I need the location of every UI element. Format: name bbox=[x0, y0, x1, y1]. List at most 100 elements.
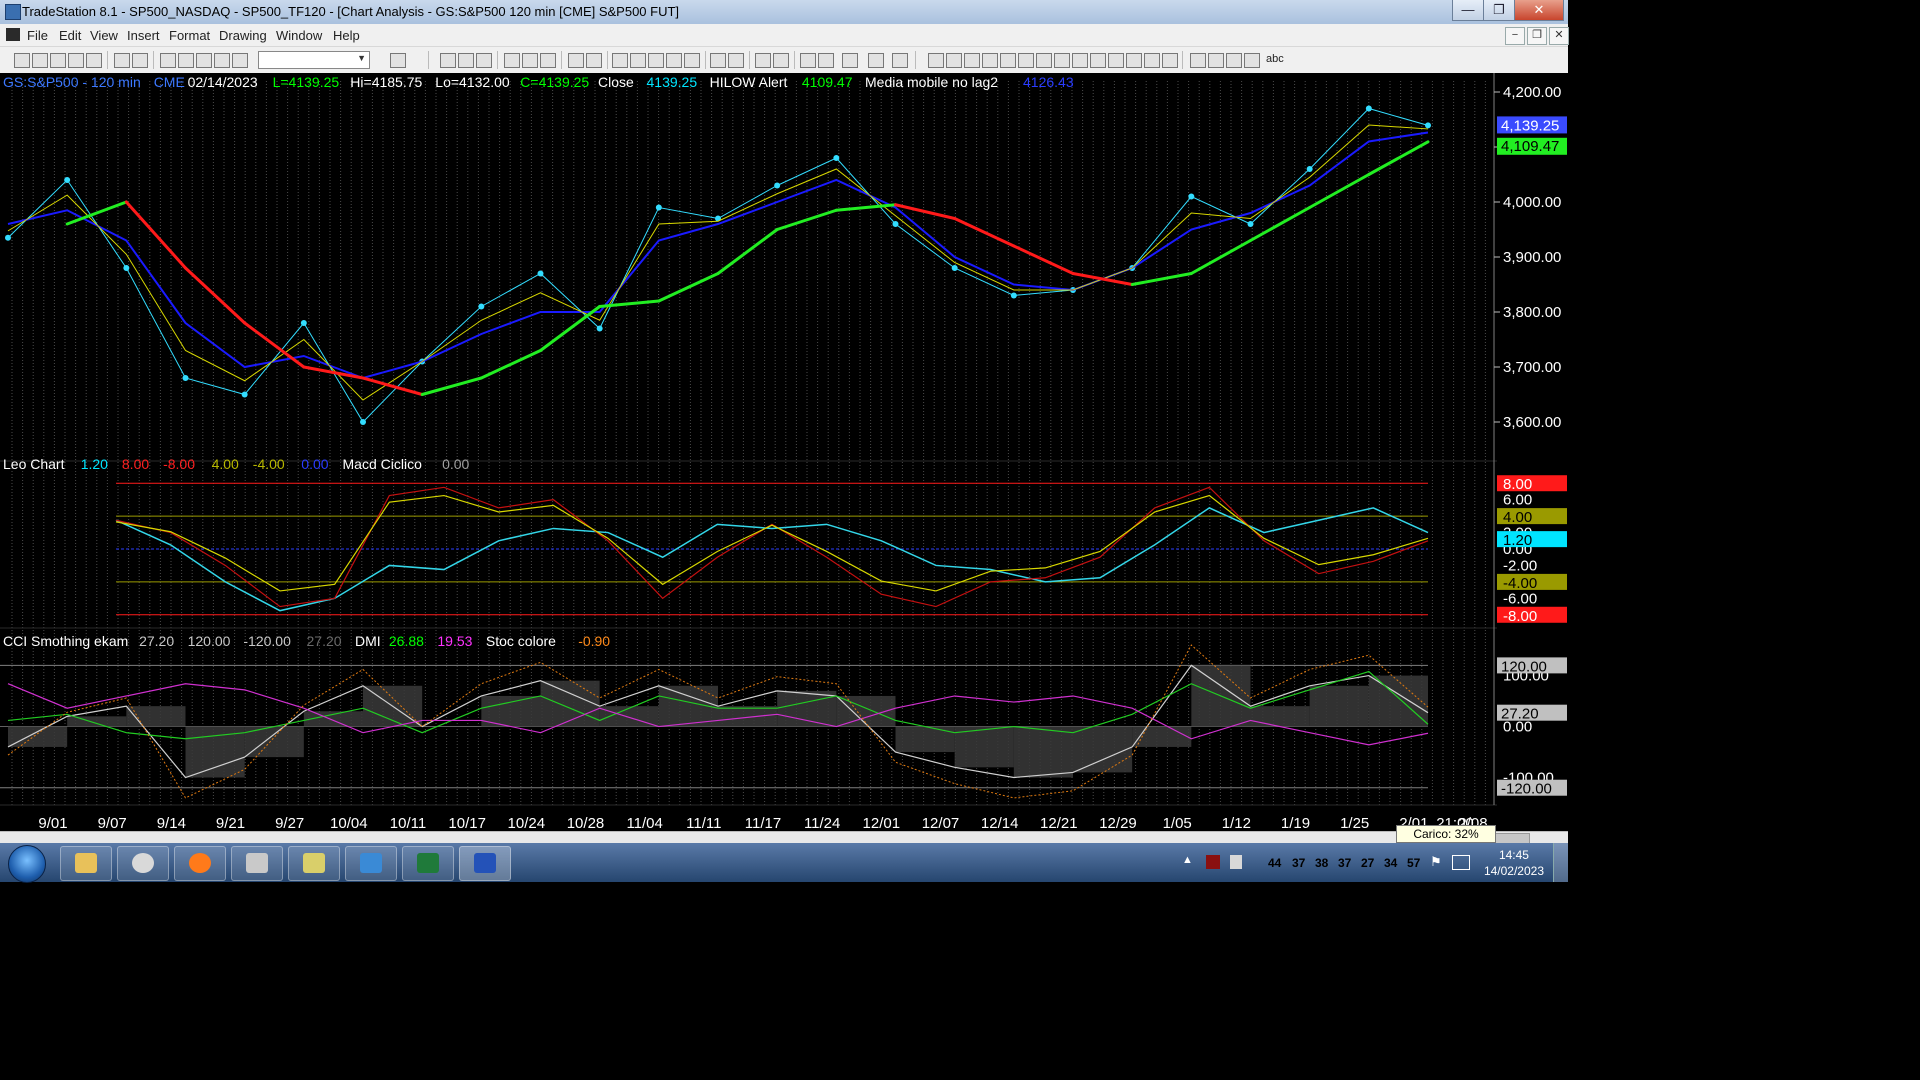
save-icon[interactable] bbox=[50, 53, 66, 68]
menu-drawing[interactable]: Drawing bbox=[219, 28, 267, 43]
arrow-down-icon[interactable] bbox=[1190, 53, 1206, 68]
menu-help[interactable]: Help bbox=[333, 28, 360, 43]
hilow-alert-segment bbox=[1012, 244, 1075, 275]
new-icon[interactable] bbox=[14, 53, 30, 68]
tray-expand-icon[interactable]: ▲ bbox=[1182, 854, 1193, 866]
retracement-icon[interactable] bbox=[1072, 53, 1088, 68]
date-axis-label: 9/14 bbox=[157, 815, 186, 831]
lock-icon[interactable] bbox=[196, 53, 212, 68]
maximize-button[interactable]: ❐ bbox=[1483, 0, 1515, 21]
taskbar-firefox-icon[interactable] bbox=[174, 846, 226, 881]
taskbar-explorer-icon[interactable] bbox=[60, 846, 112, 881]
arrow-up-icon[interactable] bbox=[1208, 53, 1224, 68]
text-tool-icon[interactable]: abc bbox=[1266, 53, 1284, 65]
minimize-button[interactable]: — bbox=[1452, 0, 1484, 21]
insert-strategy-icon[interactable] bbox=[586, 53, 602, 68]
matrix-icon[interactable] bbox=[648, 53, 664, 68]
data-window-icon[interactable] bbox=[458, 53, 474, 68]
zoom-out-icon[interactable] bbox=[773, 53, 789, 68]
window-icon[interactable] bbox=[160, 53, 176, 68]
clock[interactable]: 14:45 14/02/2023 bbox=[1484, 847, 1544, 879]
radar-icon[interactable] bbox=[612, 53, 628, 68]
menu-view[interactable]: View bbox=[90, 28, 118, 43]
gann-fan-icon[interactable] bbox=[1018, 53, 1034, 68]
macro-icon[interactable] bbox=[868, 53, 884, 68]
zoom-in-icon[interactable] bbox=[755, 53, 771, 68]
fibonacci-icon[interactable] bbox=[982, 53, 998, 68]
strategy-icon[interactable] bbox=[214, 53, 230, 68]
menu-file[interactable]: File bbox=[27, 28, 48, 43]
open-icon[interactable] bbox=[32, 53, 48, 68]
andrews-pitchfork-icon[interactable] bbox=[1036, 53, 1052, 68]
candlestick-icon[interactable] bbox=[540, 53, 556, 68]
indicator-icon[interactable] bbox=[232, 53, 248, 68]
options-icon[interactable] bbox=[684, 53, 700, 68]
tray-monitor-icon[interactable] bbox=[1206, 855, 1220, 869]
symbol-combo[interactable] bbox=[258, 51, 370, 69]
leo-header-item: Leo Chart bbox=[3, 456, 65, 472]
leo-header-item: 8.00 bbox=[122, 456, 149, 472]
trade-bar-icon[interactable] bbox=[818, 53, 834, 68]
hilow-alert-segment bbox=[834, 203, 897, 212]
time-zones-icon[interactable] bbox=[1090, 53, 1106, 68]
arc-icon[interactable] bbox=[1126, 53, 1142, 68]
menu-format[interactable]: Format bbox=[169, 28, 210, 43]
mdi-close-button[interactable]: ✕ bbox=[1549, 27, 1569, 45]
taskbar-documents-icon[interactable] bbox=[288, 846, 340, 881]
tile-icon[interactable] bbox=[178, 53, 194, 68]
pointer-icon[interactable] bbox=[800, 53, 816, 68]
tools-icon[interactable] bbox=[842, 53, 858, 68]
menu-insert[interactable]: Insert bbox=[127, 28, 160, 43]
bars-icon[interactable] bbox=[666, 53, 682, 68]
trendline-icon[interactable] bbox=[928, 53, 944, 68]
close-button[interactable]: ✕ bbox=[1514, 0, 1564, 21]
mdi-minimize-button[interactable]: − bbox=[1505, 27, 1525, 45]
insert-indicator-icon[interactable] bbox=[568, 53, 584, 68]
paste-icon[interactable] bbox=[86, 53, 102, 68]
cycle-lines-icon[interactable] bbox=[1108, 53, 1124, 68]
hand-icon[interactable] bbox=[892, 53, 908, 68]
print-icon[interactable] bbox=[114, 53, 130, 68]
rectangle-icon[interactable] bbox=[1244, 53, 1260, 68]
leo-header-item: 0.00 bbox=[301, 456, 328, 472]
chart-type-icon[interactable] bbox=[504, 53, 520, 68]
scroll-left-icon[interactable] bbox=[710, 53, 726, 68]
start-button[interactable] bbox=[8, 845, 46, 883]
vertical-line-icon[interactable] bbox=[946, 53, 962, 68]
network-icon[interactable] bbox=[1452, 855, 1470, 870]
hilow-alert-segment bbox=[302, 365, 365, 380]
copy-icon[interactable] bbox=[68, 53, 84, 68]
menu-window[interactable]: Window bbox=[276, 28, 322, 43]
hilow-alert-segment bbox=[894, 203, 957, 220]
flag-icon[interactable]: ⚑ bbox=[1430, 854, 1442, 870]
speedline-icon[interactable] bbox=[1000, 53, 1016, 68]
volume-icon[interactable] bbox=[1230, 855, 1242, 869]
date-axis-label: 10/24 bbox=[508, 815, 546, 831]
mdi-restore-button[interactable]: ❐ bbox=[1527, 27, 1547, 45]
menu-edit[interactable]: Edit bbox=[59, 28, 81, 43]
search-icon[interactable] bbox=[390, 53, 406, 68]
regression-channel-icon[interactable] bbox=[1054, 53, 1070, 68]
horizontal-line-icon[interactable] bbox=[964, 53, 980, 68]
scanner-icon[interactable] bbox=[630, 53, 646, 68]
tray-number: 44 bbox=[1268, 856, 1282, 870]
chart-canvas[interactable]: 4,200.004,100.004,000.003,900.003,800.00… bbox=[0, 73, 1568, 832]
date-axis-label: 1/12 bbox=[1222, 815, 1251, 831]
taskbar-pen-icon[interactable] bbox=[345, 846, 397, 881]
print-preview-icon[interactable] bbox=[132, 53, 148, 68]
taskbar-browser-icon[interactable] bbox=[117, 846, 169, 881]
bar-chart-icon[interactable] bbox=[522, 53, 538, 68]
format-icon[interactable] bbox=[440, 53, 456, 68]
taskbar-excel-icon[interactable] bbox=[402, 846, 454, 881]
show-desktop-button[interactable] bbox=[1553, 843, 1568, 882]
grid-icon[interactable] bbox=[476, 53, 492, 68]
channel-icon[interactable] bbox=[1162, 53, 1178, 68]
taskbar-app-icon[interactable] bbox=[231, 846, 283, 881]
scroll-right-icon[interactable] bbox=[728, 53, 744, 68]
taskbar-tradestation-icon[interactable] bbox=[459, 846, 511, 881]
spiral-icon[interactable] bbox=[1144, 53, 1160, 68]
date-axis-label: 1/19 bbox=[1281, 815, 1310, 831]
leo-header-item: Macd Ciclico bbox=[343, 456, 423, 472]
chart-window-icon[interactable] bbox=[6, 28, 20, 41]
ellipse-icon[interactable] bbox=[1226, 53, 1242, 68]
